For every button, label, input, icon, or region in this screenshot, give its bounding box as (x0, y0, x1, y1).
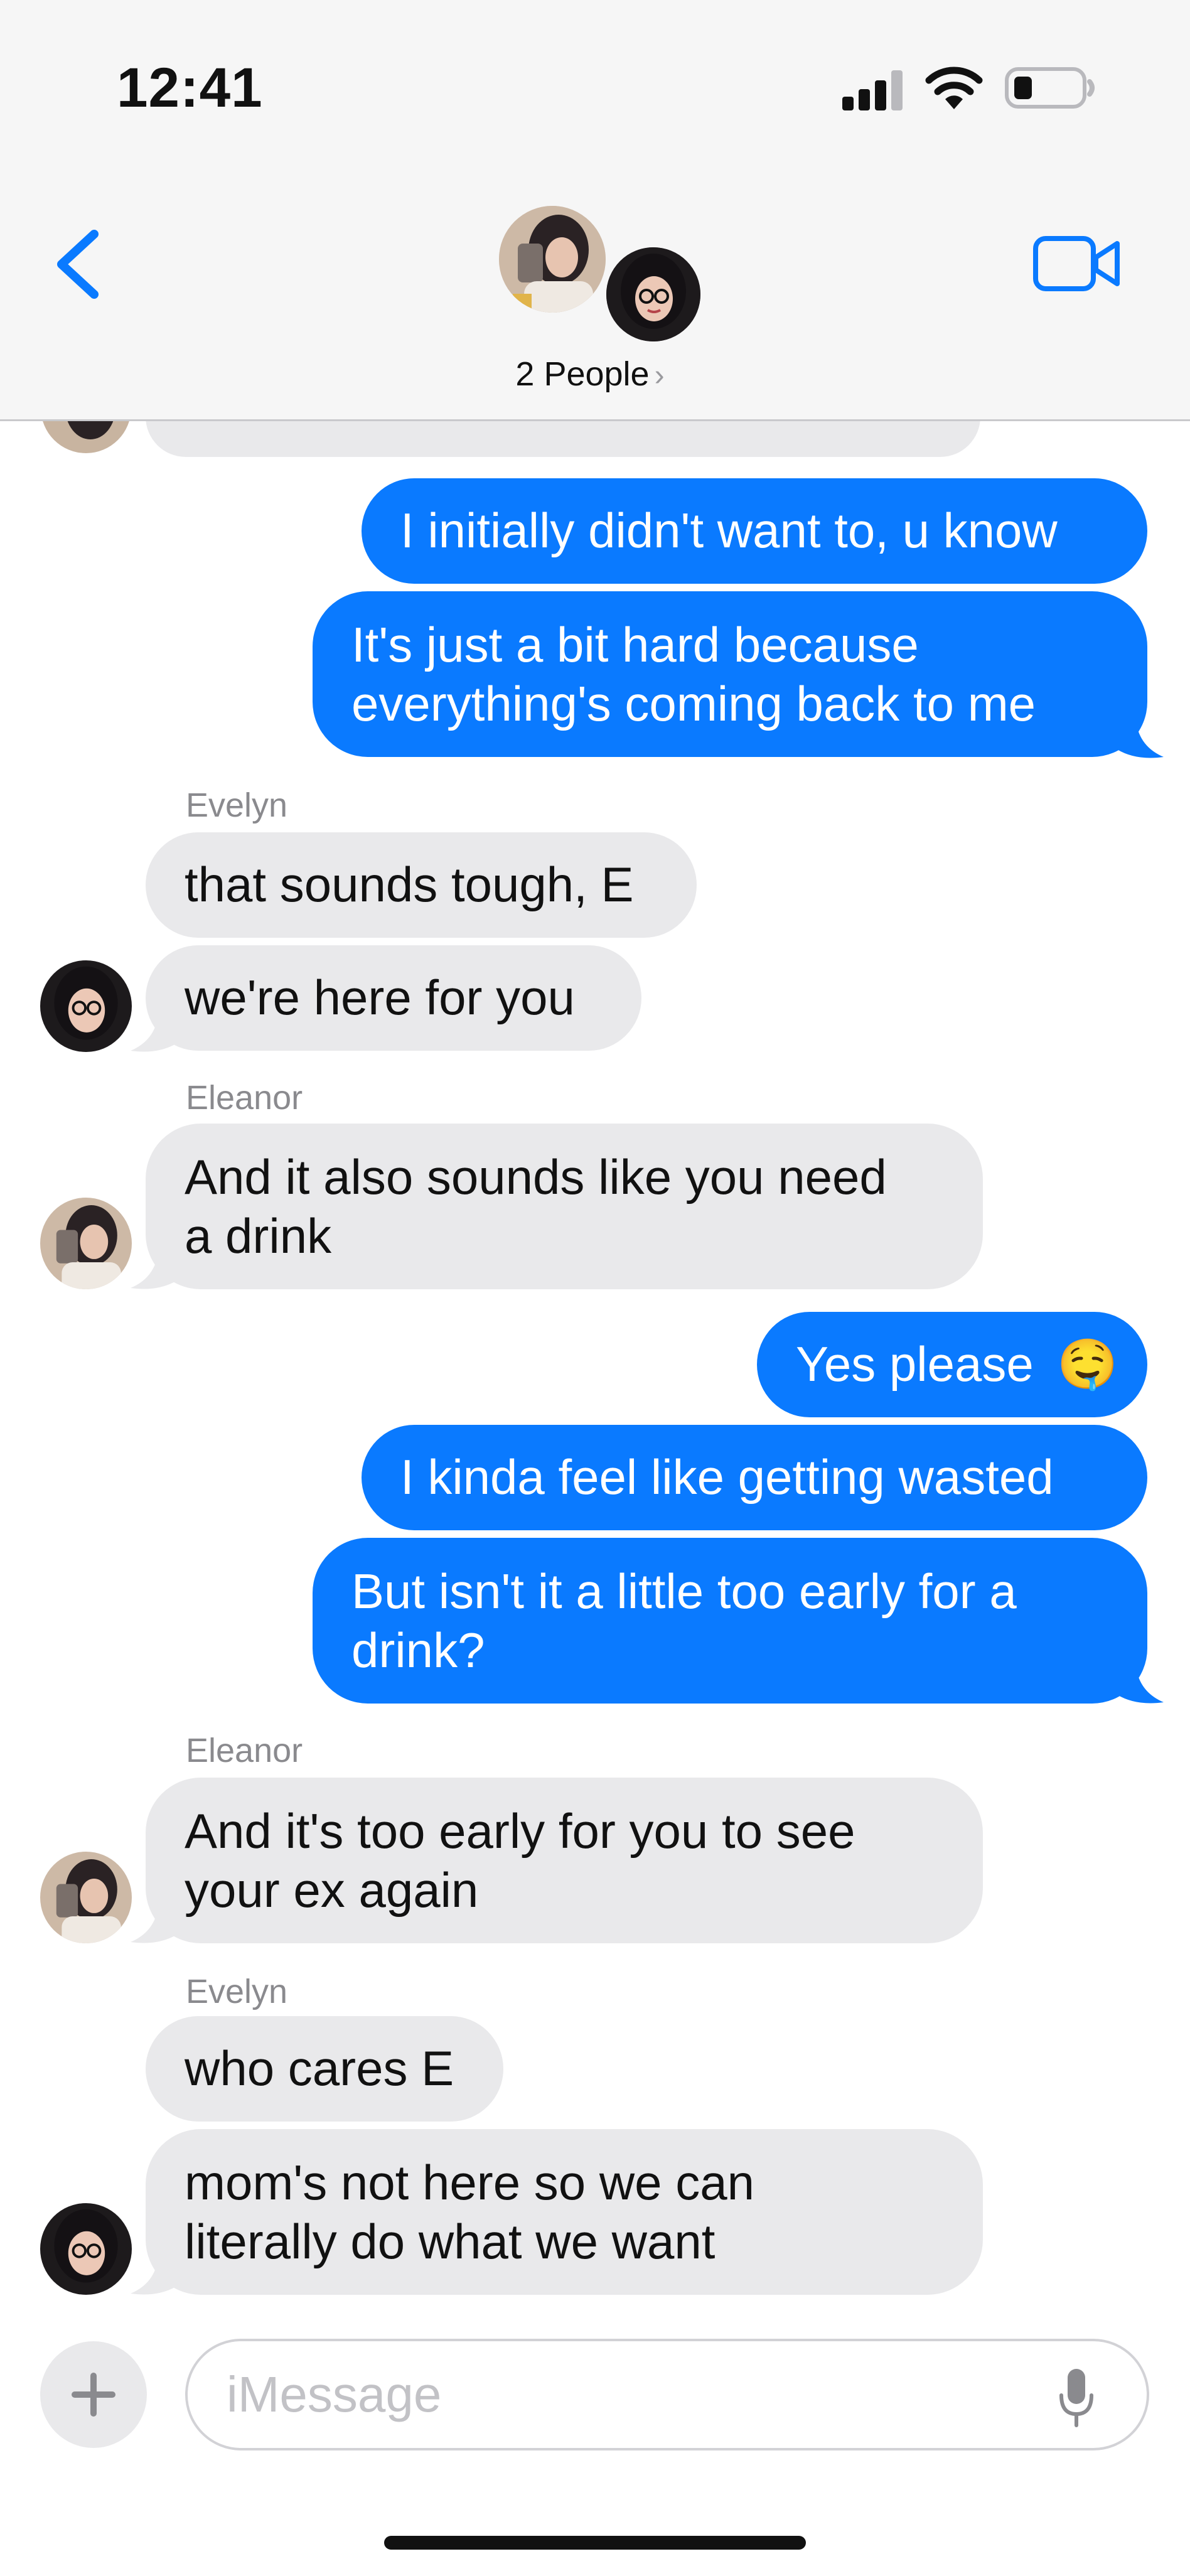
message-bubble-sent[interactable]: Yes please 🤤 (757, 1312, 1147, 1417)
people-details-link[interactable]: 2 People › (502, 355, 678, 394)
sender-name: Evelyn (186, 1973, 288, 2010)
bubble-tail (1117, 1667, 1164, 1704)
avatar-evelyn-small[interactable] (40, 2203, 132, 2295)
avatar-eleanor-photo (499, 206, 606, 313)
message-text-line: And it's too early for you to see (185, 1803, 855, 1859)
message-bubble-received[interactable]: And it's too early for you to see your e… (146, 1778, 983, 1943)
chevron-right-icon: › (654, 359, 665, 392)
message-bubble-received[interactable]: we're here for you (146, 945, 641, 1051)
wifi-icon (925, 67, 983, 109)
message-text-line: literally do what we want (185, 2214, 716, 2269)
message-text: who cares E (185, 2041, 454, 2096)
emoji-drooling-face: 🤤 (1057, 1336, 1118, 1392)
message-text-line: And it also sounds like you need (185, 1149, 887, 1205)
message-text-line: drink? (351, 1623, 485, 1678)
message-text-line: everything's coming back to me (351, 676, 1036, 731)
message-bubble-sent[interactable]: I kinda feel like getting wasted (362, 1425, 1147, 1530)
avatar-eleanor-photo (40, 1198, 132, 1289)
message-bubble-received[interactable]: who cares E (146, 2016, 503, 2122)
message-text: Yes please (796, 1336, 1034, 1392)
message-text-line: But isn't it a little too early for a (351, 1564, 1017, 1619)
message-bubble-received[interactable]: that sounds tough, E (146, 832, 697, 938)
plus-button[interactable] (40, 2341, 147, 2448)
plus-icon (72, 2373, 115, 2417)
message-bubble-sent[interactable]: But isn't it a little too early for a dr… (313, 1538, 1147, 1704)
avatar-eleanor-photo (40, 1852, 132, 1943)
avatar-evelyn[interactable] (604, 245, 703, 344)
battery-icon (1005, 67, 1095, 109)
sender-name: Eleanor (186, 1079, 303, 1117)
bubble-tail (131, 2258, 177, 2295)
avatar-evelyn-photo (606, 247, 700, 341)
avatar-eleanor-small[interactable] (40, 1198, 132, 1289)
message-bubble-received[interactable]: mom's not here so we can literally do wh… (146, 2129, 983, 2295)
bubble-tail (131, 1016, 177, 1052)
avatar-eleanor[interactable] (499, 206, 606, 313)
message-input[interactable] (185, 2339, 1149, 2450)
message-bubble-sent[interactable]: I initially didn't want to, u know (362, 478, 1147, 584)
avatar-evelyn-photo (40, 2203, 132, 2295)
bubble-tail (1117, 722, 1164, 758)
people-count-label: 2 People (515, 355, 650, 393)
bubble-tail (131, 1907, 177, 1943)
message-bubble-sent[interactable]: It's just a bit hard because everything'… (313, 591, 1147, 757)
bubble-tail (131, 1253, 177, 1289)
message-text-line: a drink (185, 1208, 332, 1264)
message-text: we're here for you (185, 970, 575, 1025)
message-text: I initially didn't want to, u know (400, 503, 1058, 558)
home-indicator (384, 2536, 806, 2550)
microphone-icon[interactable] (1058, 2366, 1095, 2429)
sender-name: Eleanor (186, 1732, 303, 1769)
message-text: that sounds tough, E (185, 857, 634, 912)
message-text-line: It's just a bit hard because (351, 617, 919, 672)
avatar-evelyn-photo (40, 960, 132, 1052)
avatar-evelyn-small[interactable] (40, 960, 132, 1052)
cellular-signal-icon (842, 70, 903, 110)
message-text-line: mom's not here so we can (185, 2155, 754, 2210)
message-text-line: your ex again (185, 1862, 479, 1918)
conversation-header: 12:41 2 People › (0, 0, 1190, 421)
video-camera-icon[interactable] (1033, 232, 1122, 295)
status-time: 12:41 (117, 56, 263, 119)
message-text: I kinda feel like getting wasted (400, 1449, 1054, 1505)
back-chevron-icon[interactable] (44, 223, 113, 304)
sender-name: Evelyn (186, 786, 288, 824)
avatar-eleanor-small[interactable] (40, 1852, 132, 1943)
message-bubble-received[interactable]: And it also sounds like you need a drink (146, 1124, 983, 1289)
